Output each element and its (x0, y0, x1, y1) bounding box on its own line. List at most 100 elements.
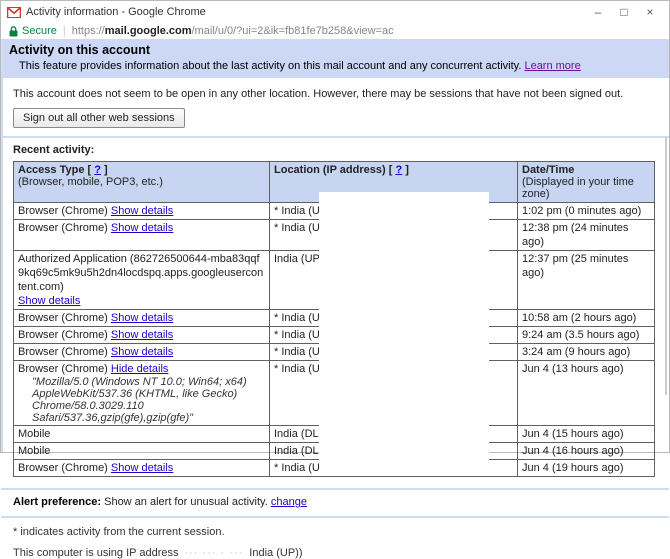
ip-line-suffix: India (UP)) (249, 547, 303, 559)
section-divider (1, 488, 669, 490)
alert-preference-text: Show an alert for unusual activity. (104, 496, 268, 508)
show-details-link[interactable]: Show details (111, 222, 173, 234)
access-type-text: Mobile (18, 445, 51, 457)
title-bar: Activity information - Google Chrome – □… (1, 1, 669, 23)
datetime-header-label: Date/Time (522, 164, 575, 176)
show-details-link[interactable]: Show details (111, 205, 173, 217)
location-text: * India (U (274, 222, 320, 234)
url-divider: | (62, 25, 66, 37)
datetime-cell: 3:24 am (9 hours ago) (517, 343, 655, 361)
minimize-button[interactable]: – (585, 2, 611, 22)
alert-preference-line: Alert preference: Show an alert for unus… (13, 496, 669, 508)
computer-ip-line: This computer is using IP address ··· ···… (13, 547, 669, 559)
datetime-cell: 1:02 pm (0 minutes ago) (517, 202, 655, 220)
url-scheme: https:// (71, 25, 105, 37)
show-details-link[interactable]: Show details (18, 294, 265, 308)
show-details-link[interactable]: Show details (111, 329, 173, 341)
url-path: /mail/u/0/?ui=2&ik=fb81fe7b258&view=ac (191, 25, 394, 37)
access-type-cell: Browser (Chrome) Show details (13, 309, 270, 327)
page-description: This feature provides information about … (19, 60, 669, 72)
show-details-link[interactable]: Show details (111, 462, 173, 474)
location-text: India (UP (274, 253, 320, 265)
user-agent-text: "Mozilla/5.0 (Windows NT 10.0; Win64; x6… (32, 376, 247, 424)
left-edge-accent (1, 39, 3, 452)
learn-more-link[interactable]: Learn more (524, 60, 580, 72)
alert-preference-label: Alert preference: (13, 496, 102, 508)
sign-out-sessions-button[interactable]: Sign out all other web sessions (13, 108, 185, 128)
access-type-cell: Mobile (13, 425, 270, 443)
access-type-help-link[interactable]: ? (94, 164, 101, 176)
location-text: * India (U (274, 346, 320, 358)
access-type-cell: Browser (Chrome) Show details (13, 326, 270, 344)
access-type-text: Browser (Chrome) (18, 205, 108, 217)
help-bracket: ] (104, 164, 108, 176)
hide-details-link[interactable]: Hide details (111, 363, 168, 375)
help-bracket: [ (87, 164, 92, 176)
ip-redaction-overlay (319, 192, 489, 475)
url-domain: mail.google.com (104, 25, 192, 37)
lock-icon (9, 25, 18, 36)
access-type-text: Browser (Chrome) (18, 329, 108, 341)
access-type-cell: Browser (Chrome) Show details (13, 343, 270, 361)
datetime-cell: 10:58 am (2 hours ago) (517, 309, 655, 327)
datetime-cell: Jun 4 (19 hours ago) (517, 459, 655, 477)
access-type-text: Browser (Chrome) (18, 312, 108, 324)
close-button[interactable]: × (637, 2, 663, 22)
datetime-cell: 12:38 pm (24 minutes ago) (517, 219, 655, 251)
window-controls: – □ × (585, 2, 663, 22)
help-bracket: ] (405, 164, 409, 176)
page-header: Activity on this account This feature pr… (1, 39, 669, 78)
datetime-cell: 9:24 am (3.5 hours ago) (517, 326, 655, 344)
current-session-note: * indicates activity from the current se… (13, 526, 225, 538)
location-text: India (DL (274, 428, 319, 440)
help-bracket: [ (388, 164, 393, 176)
show-details-link[interactable]: Show details (111, 312, 173, 324)
access-type-header-sub: (Browser, mobile, POP3, etc.) (18, 176, 163, 188)
access-type-cell: Browser (Chrome) Show details (13, 459, 270, 477)
scrollbar-line[interactable] (665, 137, 667, 395)
datetime-cell: 12:37 pm (25 minutes ago) (517, 250, 655, 310)
page-description-text: This feature provides information about … (19, 60, 522, 72)
window-title: Activity information - Google Chrome (26, 6, 206, 18)
access-type-text: Browser (Chrome) (18, 462, 108, 474)
gmail-icon (7, 6, 21, 18)
access-type-header-label: Access Type (18, 164, 85, 176)
location-help-link[interactable]: ? (395, 164, 402, 176)
col-header-datetime: Date/Time (Displayed in your time zone) (517, 161, 655, 203)
page-title: Activity on this account (9, 43, 150, 57)
access-type-cell: Browser (Chrome) Hide details "Mozilla/5… (13, 360, 270, 426)
activity-table: Access Type [ ? ] (Browser, mobile, POP3… (13, 161, 655, 477)
access-type-text: Browser (Chrome) (18, 346, 108, 358)
access-type-text: Browser (Chrome) (18, 222, 108, 234)
access-type-cell: Browser (Chrome) Show details (13, 219, 270, 251)
address-bar[interactable]: Secure | https://mail.google.com/mail/u/… (1, 23, 669, 39)
access-type-cell: Mobile (13, 442, 270, 460)
secure-label: Secure (22, 25, 57, 37)
section-divider (1, 516, 669, 518)
location-text: * India (U (274, 462, 320, 474)
redacted-ip-text: ··· ··· · ··· (184, 547, 244, 559)
maximize-button[interactable]: □ (611, 2, 637, 22)
show-details-link[interactable]: Show details (111, 346, 173, 358)
col-header-access-type: Access Type [ ? ] (Browser, mobile, POP3… (13, 161, 270, 203)
ip-line-prefix: This computer is using IP address (13, 547, 179, 559)
access-type-cell: Browser (Chrome) Show details (13, 202, 270, 220)
access-type-text: Browser (Chrome) (18, 363, 108, 375)
access-type-cell: Authorized Application (862726500644-mba… (13, 250, 270, 310)
section-divider (1, 136, 669, 138)
access-type-text: Authorized Application (862726500644-mba… (18, 253, 264, 293)
location-text: India (DL (274, 445, 319, 457)
location-header-label: Location (IP address) (274, 164, 386, 176)
recent-activity-label: Recent activity: (13, 144, 95, 156)
datetime-cell: Jun 4 (16 hours ago) (517, 442, 655, 460)
datetime-header-sub: (Displayed in your time zone) (522, 176, 634, 200)
datetime-cell: Jun 4 (13 hours ago) (517, 360, 655, 426)
access-type-text: Mobile (18, 428, 51, 440)
location-text: * India (U (274, 329, 320, 341)
datetime-cell: Jun 4 (15 hours ago) (517, 425, 655, 443)
session-status-message: This account does not seem to be open in… (13, 88, 624, 100)
change-alert-link[interactable]: change (271, 496, 307, 508)
location-text: * India (U (274, 363, 320, 375)
location-text: * India (U (274, 312, 320, 324)
location-text: * India (U (274, 205, 320, 217)
